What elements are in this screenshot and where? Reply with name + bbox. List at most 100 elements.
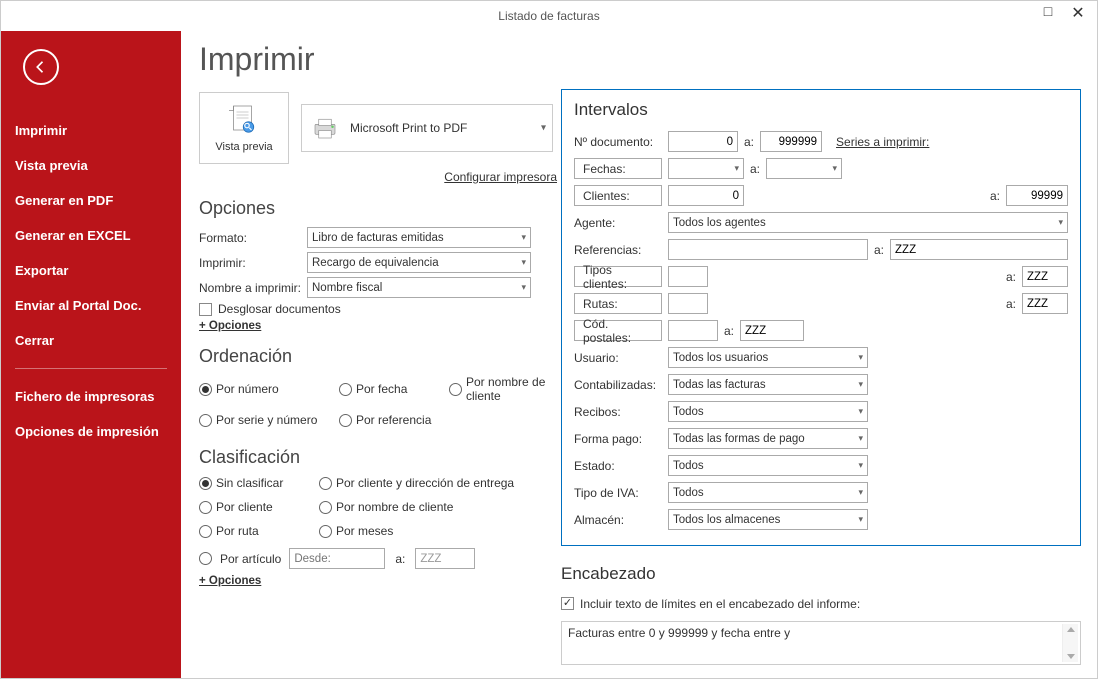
- n-doc-label: Nº documento:: [574, 135, 668, 149]
- radio-por-nombre-cliente-ord[interactable]: [449, 383, 462, 396]
- radio-por-nombre-cliente[interactable]: [319, 501, 332, 514]
- printer-name: Microsoft Print to PDF: [350, 121, 467, 135]
- opciones-heading: Opciones: [199, 198, 559, 219]
- chevron-down-icon: ▾: [832, 163, 837, 174]
- contabilizadas-select[interactable]: Todas las facturas▾: [668, 374, 868, 395]
- radio-por-cliente[interactable]: [199, 501, 212, 514]
- vista-previa-button[interactable]: Vista previa: [199, 92, 289, 164]
- sidebar-separator: [15, 368, 167, 369]
- articulo-desde-input[interactable]: [289, 548, 385, 569]
- cod-postales-from-input[interactable]: [668, 320, 718, 341]
- sidebar-item-vista-previa[interactable]: Vista previa: [1, 148, 181, 183]
- usuario-select[interactable]: Todos los usuarios▾: [668, 347, 868, 368]
- estado-label: Estado:: [574, 459, 668, 473]
- contabilizadas-label: Contabilizadas:: [574, 378, 668, 392]
- a-label: a:: [1006, 297, 1016, 311]
- radio-por-articulo[interactable]: [199, 552, 212, 565]
- tipos-clientes-button[interactable]: Tipos clientes:: [574, 266, 662, 287]
- cod-postales-button[interactable]: Cód. postales:: [574, 320, 662, 341]
- rutas-from-input[interactable]: [668, 293, 708, 314]
- mas-opciones-link[interactable]: + Opciones: [199, 320, 559, 332]
- imprimir-select[interactable]: Recargo de equivalencia▾: [307, 252, 531, 273]
- chevron-down-icon: ▾: [858, 379, 863, 390]
- scrollbar[interactable]: [1062, 624, 1078, 662]
- arrow-left-icon: [32, 58, 50, 76]
- encabezado-heading: Encabezado: [561, 564, 1081, 584]
- recibos-label: Recibos:: [574, 405, 668, 419]
- sidebar-item-exportar[interactable]: Exportar: [1, 253, 181, 288]
- chevron-down-icon: ▾: [858, 460, 863, 471]
- printer-select[interactable]: Microsoft Print to PDF ▾: [301, 104, 553, 152]
- agente-label: Agente:: [574, 216, 668, 230]
- sidebar-item-generar-pdf[interactable]: Generar en PDF: [1, 183, 181, 218]
- recibos-select[interactable]: Todos▾: [668, 401, 868, 422]
- radio-por-cliente-entrega[interactable]: [319, 477, 332, 490]
- tipos-clientes-from-input[interactable]: [668, 266, 708, 287]
- articulo-hasta-input[interactable]: [415, 548, 475, 569]
- radio-por-meses[interactable]: [319, 525, 332, 538]
- almacen-label: Almacén:: [574, 513, 668, 527]
- chevron-down-icon: ▾: [858, 433, 863, 444]
- a-label: a:: [990, 189, 1000, 203]
- radio-sin-clasificar[interactable]: [199, 477, 212, 490]
- vista-previa-label: Vista previa: [215, 141, 272, 153]
- tipo-iva-select[interactable]: Todos▾: [668, 482, 868, 503]
- series-a-imprimir-link[interactable]: Series a imprimir:: [836, 135, 929, 149]
- referencias-from-input[interactable]: [668, 239, 868, 260]
- chevron-down-icon: ▾: [858, 352, 863, 363]
- clasificacion-heading: Clasificación: [199, 447, 559, 468]
- radio-por-numero[interactable]: [199, 383, 212, 396]
- sidebar-item-imprimir[interactable]: Imprimir: [1, 113, 181, 148]
- formato-select[interactable]: Libro de facturas emitidas▾: [307, 227, 531, 248]
- n-doc-to-input[interactable]: [760, 131, 822, 152]
- a-label-articulo: a:: [395, 552, 405, 566]
- radio-por-fecha[interactable]: [339, 383, 352, 396]
- maximize-icon[interactable]: □: [1035, 3, 1061, 23]
- a-label: a:: [744, 135, 754, 149]
- sidebar-item-opciones-impresion[interactable]: Opciones de impresión: [1, 414, 181, 449]
- radio-por-ruta[interactable]: [199, 525, 212, 538]
- sidebar-item-cerrar[interactable]: Cerrar: [1, 323, 181, 358]
- a-label: a:: [874, 243, 884, 257]
- sidebar: Imprimir Vista previa Generar en PDF Gen…: [1, 31, 181, 678]
- mas-opciones-clas-link[interactable]: + Opciones: [199, 575, 559, 587]
- desglosar-checkbox[interactable]: [199, 303, 212, 316]
- sidebar-item-fichero-impresoras[interactable]: Fichero de impresoras: [1, 379, 181, 414]
- almacen-select[interactable]: Todos los almacenes▾: [668, 509, 868, 530]
- incluir-checkbox[interactable]: [561, 597, 574, 610]
- page-title: Imprimir: [199, 41, 1079, 78]
- intervalos-heading: Intervalos: [574, 100, 1068, 120]
- forma-pago-select[interactable]: Todas las formas de pago▾: [668, 428, 868, 449]
- radio-por-serie-numero[interactable]: [199, 414, 212, 427]
- titlebar: Listado de facturas □ ✕: [1, 1, 1097, 31]
- usuario-label: Usuario:: [574, 351, 668, 365]
- referencias-to-input[interactable]: [890, 239, 1068, 260]
- config-printer-link[interactable]: Configurar impresora: [199, 170, 557, 184]
- a-label: a:: [1006, 270, 1016, 284]
- window-title: Listado de facturas: [498, 9, 599, 23]
- tipos-clientes-to-input[interactable]: [1022, 266, 1068, 287]
- clientes-button[interactable]: Clientes:: [574, 185, 662, 206]
- chevron-down-icon: ▾: [858, 406, 863, 417]
- clientes-to-input[interactable]: [1006, 185, 1068, 206]
- chevron-down-icon: ▾: [521, 257, 526, 268]
- fecha-hasta-select[interactable]: ▾: [766, 158, 842, 179]
- encabezado-textarea[interactable]: Facturas entre 0 y 999999 y fecha entre …: [561, 621, 1081, 665]
- cod-postales-to-input[interactable]: [740, 320, 804, 341]
- fecha-desde-select[interactable]: ▾: [668, 158, 744, 179]
- radio-por-referencia[interactable]: [339, 414, 352, 427]
- sidebar-item-generar-excel[interactable]: Generar en EXCEL: [1, 218, 181, 253]
- estado-select[interactable]: Todos▾: [668, 455, 868, 476]
- n-doc-from-input[interactable]: [668, 131, 738, 152]
- back-button[interactable]: [23, 49, 59, 85]
- a-label: a:: [750, 162, 760, 176]
- fechas-button[interactable]: Fechas:: [574, 158, 662, 179]
- nombre-select[interactable]: Nombre fiscal▾: [307, 277, 531, 298]
- rutas-button[interactable]: Rutas:: [574, 293, 662, 314]
- close-icon[interactable]: ✕: [1065, 3, 1091, 23]
- clientes-from-input[interactable]: [668, 185, 744, 206]
- chevron-down-icon: ▾: [1058, 217, 1063, 228]
- sidebar-item-enviar-portal[interactable]: Enviar al Portal Doc.: [1, 288, 181, 323]
- rutas-to-input[interactable]: [1022, 293, 1068, 314]
- agente-select[interactable]: Todos los agentes▾: [668, 212, 1068, 233]
